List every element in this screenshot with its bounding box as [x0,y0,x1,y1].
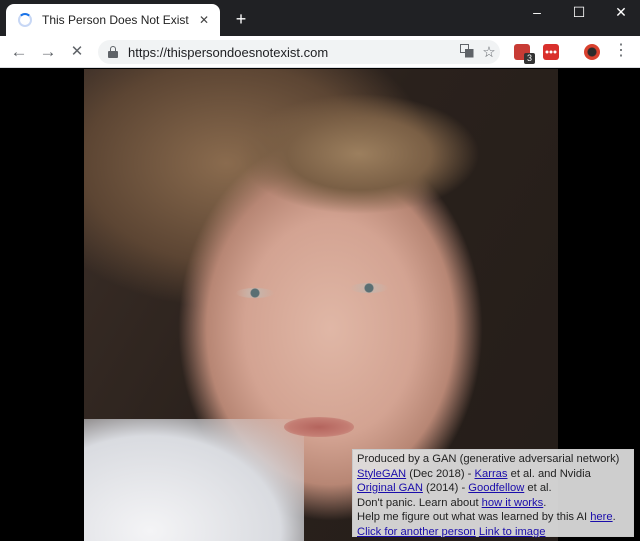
caption-line-gan: Produced by a GAN (generative adversaria… [357,453,620,465]
forward-button[interactable]: → [37,41,59,63]
bookmark-star-icon[interactable]: ☆ [478,43,500,61]
dont-panic-prefix: Don't panic. Learn about [357,496,482,509]
info-caption-box: Produced by a GAN (generative adversaria… [352,449,634,540]
loading-spinner-icon [18,13,32,27]
new-tab-button[interactable]: + [230,8,252,30]
caption-line-help: Help me figure out what was learned by t… [357,510,629,525]
left-eye [236,288,274,298]
extension-dots-icon[interactable] [543,44,559,60]
help-prefix: Help me figure out what was learned by t… [357,511,591,523]
address-bar[interactable]: https://thispersondoesnotexist.com ☆ [98,40,500,64]
tab-active[interactable]: This Person Does Not Exist ✕ [6,4,220,36]
tab-title: This Person Does Not Exist [42,13,189,27]
goodfellow-link[interactable]: Goodfellow [468,482,524,494]
stop-loading-button[interactable]: ✕ [66,41,88,63]
dont-panic-suffix: . [543,496,547,509]
another-person-link[interactable]: Click for another person [357,526,476,538]
page-content: Produced by a GAN (generative adversaria… [0,69,640,541]
karras-suffix: et al. and Nvidia [507,467,591,480]
link-to-image[interactable]: Link to image [479,526,546,538]
caption-line-stylegan: StyleGAN (Dec 2018) - Karras et al. and … [357,467,629,482]
how-it-works-link[interactable]: how it works [482,497,544,509]
here-link[interactable]: here [590,511,612,523]
caption-line-dont-panic: Don't panic. Learn about how it works. [357,496,629,511]
back-button[interactable]: ← [8,41,30,63]
caption-line-original-gan: Original GAN (2014) - Goodfellow et al. [357,481,629,496]
tab-strip: This Person Does Not Exist ✕ + – ☐ ✕ [0,0,640,36]
lips [284,417,354,437]
stylegan-link[interactable]: StyleGAN [357,468,406,480]
stylegan-date: (Dec 2018) - [406,467,475,480]
original-gan-date: (2014) - [422,482,469,494]
right-eye [350,283,388,293]
browser-menu-icon[interactable]: ⋮ [612,40,630,62]
caption-line-links: Click for another person Link to image [357,525,629,540]
goodfellow-suffix: et al. [524,482,552,494]
browser-toolbar: ← → ✕ https://thispersondoesnotexist.com… [0,36,640,68]
extension-badge: 3 [524,53,535,64]
tab-close-icon[interactable]: ✕ [196,13,212,27]
shirt-collar [84,419,304,541]
help-suffix: . [612,511,616,523]
lock-icon [108,46,118,58]
profile-avatar-icon[interactable] [584,44,600,60]
karras-link[interactable]: Karras [475,468,508,480]
url-text[interactable]: https://thispersondoesnotexist.com [128,45,456,60]
translate-icon[interactable] [456,43,478,61]
close-window-button[interactable]: ✕ [598,0,640,28]
minimize-button[interactable]: – [514,0,560,28]
original-gan-link[interactable]: Original GAN [357,482,423,494]
maximize-button[interactable]: ☐ [556,0,602,28]
